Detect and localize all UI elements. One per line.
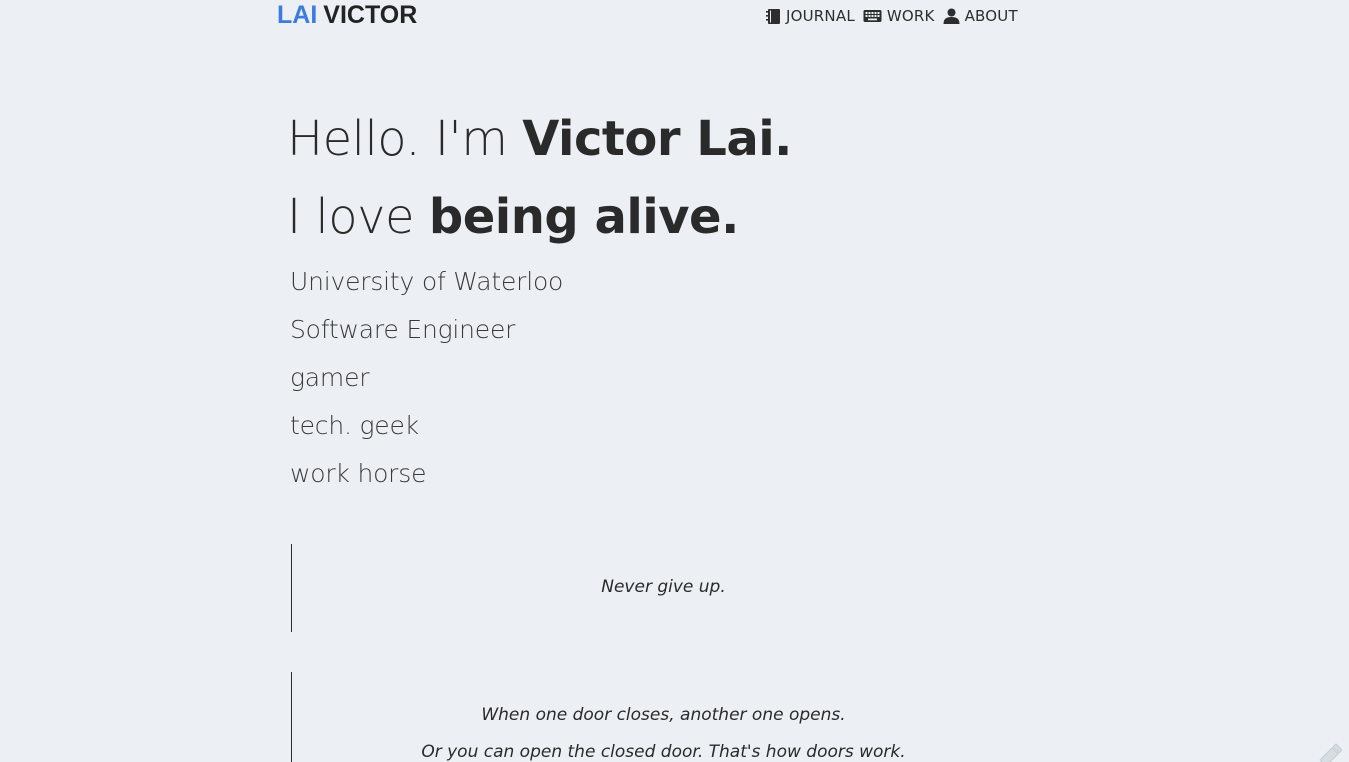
- hero-greeting: Hello. I'm Victor Lai.: [287, 100, 792, 178]
- descriptor-item: University of Waterloo: [290, 267, 564, 296]
- main-nav: JOURNAL WORK ABOUT: [765, 6, 1026, 26]
- descriptor-item: tech. geek: [290, 411, 419, 440]
- user-icon: [943, 8, 960, 24]
- quote-text: Or you can open the closed door. That's …: [421, 742, 906, 762]
- nav-label-work: WORK: [886, 7, 935, 25]
- logo-first-name: LAI: [277, 1, 318, 29]
- logo-last-name: VICTOR: [323, 1, 418, 29]
- quote-text: When one door closes, another one opens.: [481, 705, 846, 725]
- nav-item-work[interactable]: WORK: [863, 6, 935, 26]
- hero-tagline-bold: being alive.: [428, 189, 739, 245]
- hero-name: Victor Lai.: [522, 111, 792, 167]
- hero-tagline-prefix: I love: [287, 189, 415, 245]
- quote-text: Never give up.: [601, 577, 726, 597]
- descriptor-item: work horse: [290, 459, 427, 488]
- site-logo[interactable]: LAI VICTOR: [277, 0, 417, 30]
- hero-tagline: I love being alive.: [287, 178, 792, 256]
- nav-item-journal[interactable]: JOURNAL: [765, 6, 855, 26]
- pencil-icon[interactable]: [1318, 742, 1342, 762]
- nav-label-about: ABOUT: [964, 7, 1018, 25]
- nav-item-about[interactable]: ABOUT: [943, 6, 1018, 26]
- notebook-icon: [766, 8, 780, 24]
- descriptor-list: University of Waterloo Software Engineer…: [290, 258, 563, 498]
- page: LAI VICTOR JOURNAL WORK ABOUT Hello. I'm…: [0, 0, 1349, 762]
- quote-block: When one door closes, another one opens.…: [291, 672, 1035, 762]
- descriptor-item: Software Engineer: [290, 315, 516, 344]
- nav-label-journal: JOURNAL: [786, 7, 855, 25]
- quote-block: Never give up.: [291, 544, 1035, 632]
- descriptor-item: gamer: [290, 363, 370, 392]
- hero: Hello. I'm Victor Lai. I love being aliv…: [287, 100, 792, 256]
- keyboard-icon: [863, 9, 882, 22]
- hero-greeting-prefix: Hello. I'm: [287, 111, 508, 167]
